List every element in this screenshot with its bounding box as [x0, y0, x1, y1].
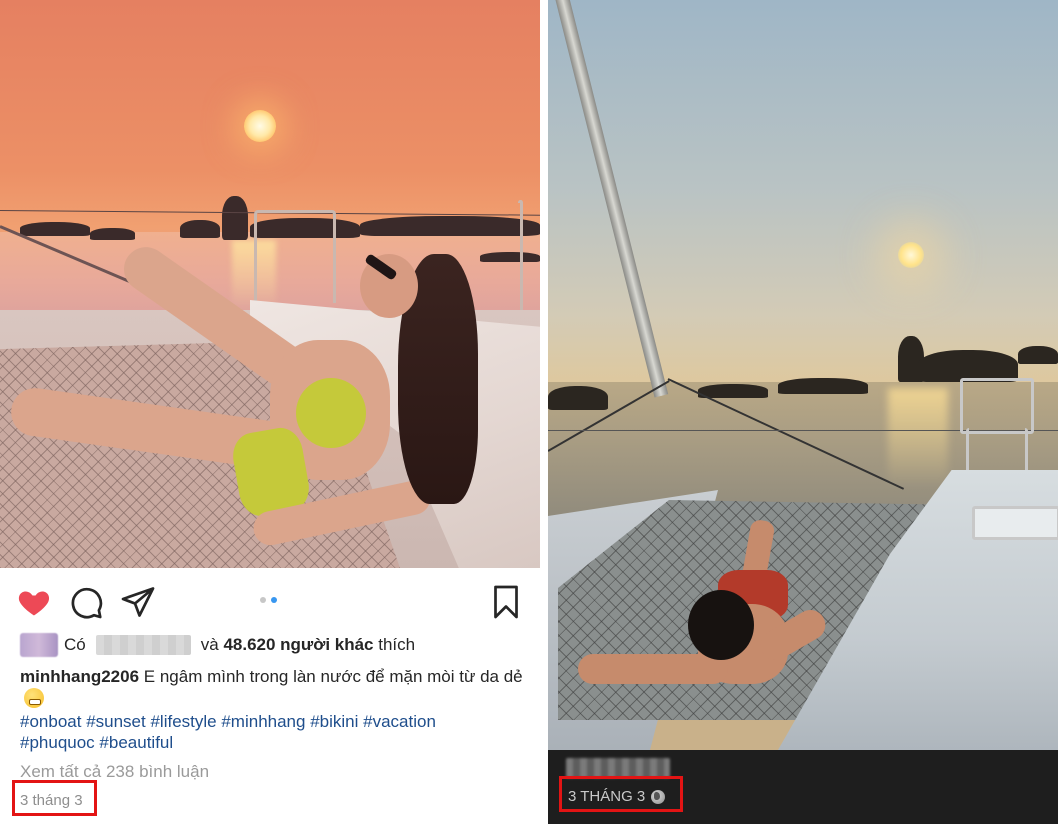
person-head	[688, 590, 754, 660]
photo-sunset-catamaran[interactable]	[548, 0, 1058, 750]
hashtag[interactable]: #lifestyle	[150, 712, 216, 731]
deck-chair	[960, 378, 1034, 434]
hashtag-list: #onboat #sunset #lifestyle #minhhang #bi…	[20, 711, 525, 753]
instagram-post-panel: Có và 48.620 người khác thích minhhang22…	[0, 0, 540, 824]
likes-middle: và	[200, 635, 219, 654]
likes-suffix: thích	[378, 635, 416, 654]
island	[548, 386, 608, 410]
likes-count[interactable]: 48.620 người khác	[223, 635, 373, 655]
island	[90, 228, 135, 240]
island	[180, 220, 220, 238]
hashtag[interactable]: #bikini	[310, 712, 358, 731]
hashtag[interactable]: #sunset	[86, 712, 146, 731]
boat-rail	[254, 210, 336, 303]
heart-icon[interactable]	[16, 584, 52, 620]
deck-chair-legs	[966, 428, 1028, 475]
date-highlight-box	[12, 780, 97, 816]
bikini-top	[296, 378, 366, 448]
island	[778, 378, 868, 394]
grimacing-emoji-icon	[24, 688, 44, 708]
hashtag[interactable]: #beautiful	[99, 733, 173, 752]
date-highlight-box	[559, 776, 683, 812]
bookmark-icon[interactable]	[488, 584, 524, 620]
sun	[898, 242, 924, 268]
deck-hatch	[972, 506, 1058, 540]
blurred-liker-name	[95, 635, 191, 655]
caption-text: E ngâm mình trong làn nước để mặn mòi từ…	[143, 667, 523, 686]
island	[222, 196, 248, 240]
carousel-indicator	[258, 597, 282, 605]
hashtag[interactable]: #vacation	[363, 712, 436, 731]
comment-icon[interactable]	[68, 584, 104, 620]
sun	[244, 110, 276, 142]
person-arm	[578, 654, 728, 684]
likes-summary[interactable]: Có và 48.620 người khác thích	[20, 632, 530, 658]
boat-mast	[553, 0, 669, 398]
blurred-avatar	[20, 633, 58, 657]
post-photo-sunset-boat[interactable]	[0, 0, 540, 568]
share-icon[interactable]	[120, 584, 156, 620]
panel-divider	[540, 0, 548, 824]
blurred-poster-name	[566, 758, 670, 778]
post-caption: minhhang2206 E ngâm mình trong làn nước …	[20, 666, 525, 710]
post-action-bar	[0, 580, 540, 624]
island	[1018, 346, 1058, 364]
post-username[interactable]: minhhang2206	[20, 667, 139, 686]
hashtag[interactable]: #minhhang	[221, 712, 305, 731]
hashtag[interactable]: #phuquoc	[20, 733, 95, 752]
boat-pole	[518, 200, 523, 323]
carousel-dot	[260, 597, 266, 603]
likes-prefix: Có	[64, 635, 86, 654]
island	[480, 252, 540, 262]
island	[360, 216, 540, 236]
island	[20, 222, 90, 236]
view-all-comments-link[interactable]: Xem tất cả 238 bình luận	[20, 762, 209, 782]
facebook-photo-panel: 3 THÁNG 3	[548, 0, 1058, 824]
carousel-dot-active	[271, 597, 277, 603]
sun-reflection	[888, 388, 948, 488]
hashtag[interactable]: #onboat	[20, 712, 81, 731]
